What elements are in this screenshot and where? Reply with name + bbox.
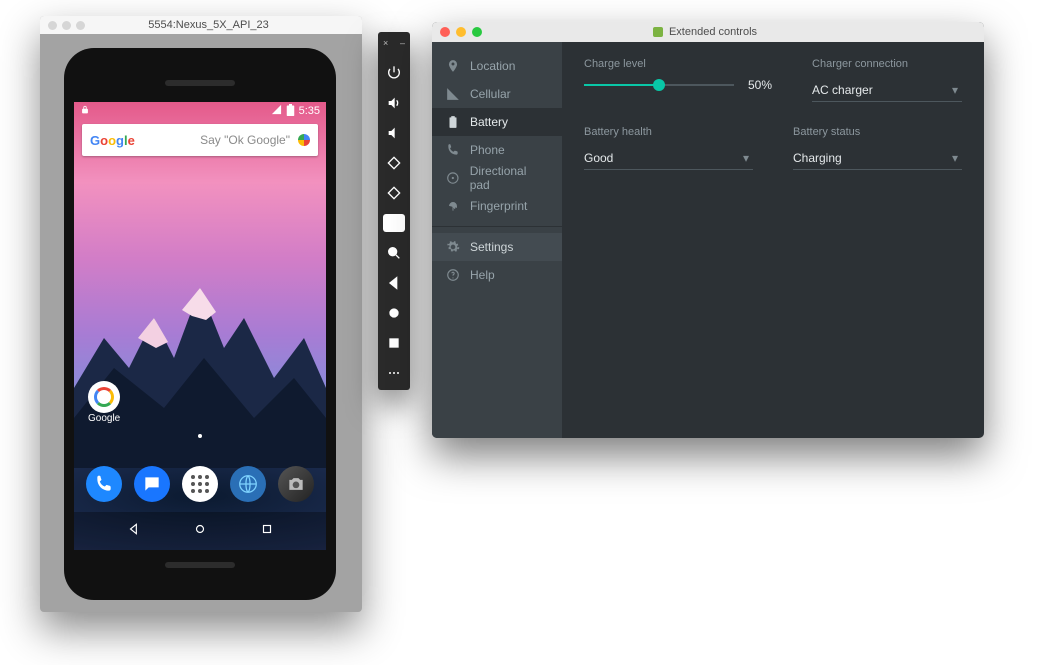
- hotseat: [74, 456, 326, 512]
- signal-icon: [271, 104, 282, 118]
- rotate-left-icon[interactable]: [385, 154, 403, 172]
- traffic-light-close[interactable]: [48, 21, 57, 30]
- sidebar-item-dpad[interactable]: Directional pad: [432, 164, 562, 192]
- charger-connection-select[interactable]: AC charger ▾: [812, 78, 962, 102]
- screenshot-icon[interactable]: [383, 214, 405, 232]
- ext-title: Extended controls: [669, 26, 757, 38]
- more-icon[interactable]: [385, 364, 403, 382]
- android-icon: [653, 27, 663, 37]
- speaker-grille: [165, 562, 235, 568]
- browser-app-icon[interactable]: [230, 466, 266, 502]
- nav-bar: [74, 512, 326, 550]
- ext-sidebar: Location Cellular Battery Phone Directio…: [432, 42, 562, 438]
- battery-status-select[interactable]: Charging ▾: [793, 146, 962, 170]
- emulator-window: 5554:Nexus_5X_API_23: [40, 16, 362, 612]
- traffic-light-zoom[interactable]: [472, 27, 482, 37]
- battery-health-label: Battery health: [584, 126, 753, 138]
- charge-level-slider[interactable]: [584, 78, 734, 92]
- home-icon[interactable]: [385, 304, 403, 322]
- sidebar-item-settings[interactable]: Settings: [432, 233, 562, 261]
- overview-icon[interactable]: [385, 334, 403, 352]
- traffic-light-zoom[interactable]: [76, 21, 85, 30]
- nav-home-icon[interactable]: [193, 522, 207, 541]
- earpiece: [165, 80, 235, 86]
- zoom-icon[interactable]: [385, 244, 403, 262]
- volume-up-icon[interactable]: [385, 94, 403, 112]
- item-label: Phone: [470, 143, 505, 157]
- sidebar-item-fingerprint[interactable]: Fingerprint: [432, 192, 562, 220]
- nav-back-icon[interactable]: [127, 522, 141, 541]
- status-bar: 5:35: [74, 102, 326, 120]
- ext-panel-battery: Charge level 50% Charger connection AC c…: [562, 42, 984, 438]
- sidebar-item-cellular[interactable]: Cellular: [432, 80, 562, 108]
- charger-connection-value: AC charger: [812, 83, 873, 97]
- page-indicator: [198, 434, 202, 438]
- charger-connection-label: Charger connection: [812, 58, 962, 70]
- device-frame: 5:35 Google Say "Ok Google" Google: [64, 48, 336, 600]
- battery-health-select[interactable]: Good ▾: [584, 146, 753, 170]
- sidebar-item-battery[interactable]: Battery: [432, 108, 562, 136]
- camera-app-icon[interactable]: [278, 466, 314, 502]
- phone-app-icon[interactable]: [86, 466, 122, 502]
- battery-health-value: Good: [584, 151, 613, 165]
- chevron-down-icon: ▾: [952, 151, 958, 165]
- lock-icon: [80, 105, 90, 118]
- emulator-toolbar: × –: [378, 32, 410, 390]
- status-clock: 5:35: [299, 105, 320, 117]
- back-icon[interactable]: [385, 274, 403, 292]
- google-app-label: Google: [88, 413, 120, 424]
- search-placeholder: Say "Ok Google": [200, 133, 290, 147]
- all-apps-icon[interactable]: [182, 466, 218, 502]
- mic-icon[interactable]: [298, 134, 310, 146]
- charge-level-label: Charge level: [584, 58, 772, 70]
- emulator-titlebar[interactable]: 5554:Nexus_5X_API_23: [40, 16, 362, 34]
- battery-icon: [286, 104, 295, 119]
- traffic-light-min[interactable]: [62, 21, 71, 30]
- item-label: Location: [470, 59, 515, 73]
- item-label: Help: [470, 268, 495, 282]
- messages-app-icon[interactable]: [134, 466, 170, 502]
- emulator-title: 5554:Nexus_5X_API_23: [85, 16, 362, 34]
- sidebar-item-location[interactable]: Location: [432, 52, 562, 80]
- sidebar-item-phone[interactable]: Phone: [432, 136, 562, 164]
- item-label: Settings: [470, 240, 513, 254]
- traffic-light-close[interactable]: [440, 27, 450, 37]
- item-label: Fingerprint: [470, 199, 527, 213]
- toolbar-minimize-icon[interactable]: –: [400, 38, 405, 48]
- charge-level-value: 50%: [748, 78, 772, 92]
- nav-overview-icon[interactable]: [260, 522, 274, 541]
- sidebar-item-help[interactable]: Help: [432, 261, 562, 289]
- chevron-down-icon: ▾: [743, 151, 749, 165]
- ext-titlebar[interactable]: Extended controls: [432, 22, 984, 42]
- item-label: Cellular: [470, 87, 511, 101]
- google-search-bar[interactable]: Google Say "Ok Google": [82, 124, 318, 156]
- google-logo: Google: [90, 133, 135, 148]
- traffic-light-min[interactable]: [456, 27, 466, 37]
- google-app-icon[interactable]: Google: [88, 381, 120, 424]
- chevron-down-icon: ▾: [952, 83, 958, 97]
- rotate-right-icon[interactable]: [385, 184, 403, 202]
- item-label: Battery: [470, 115, 508, 129]
- device-screen[interactable]: 5:35 Google Say "Ok Google" Google: [74, 102, 326, 550]
- battery-status-label: Battery status: [793, 126, 962, 138]
- volume-down-icon[interactable]: [385, 124, 403, 142]
- power-icon[interactable]: [385, 64, 403, 82]
- toolbar-close-icon[interactable]: ×: [383, 38, 388, 48]
- battery-status-value: Charging: [793, 151, 842, 165]
- extended-controls-window: Extended controls Location Cellular Batt…: [432, 22, 984, 438]
- item-label: Directional pad: [470, 164, 548, 192]
